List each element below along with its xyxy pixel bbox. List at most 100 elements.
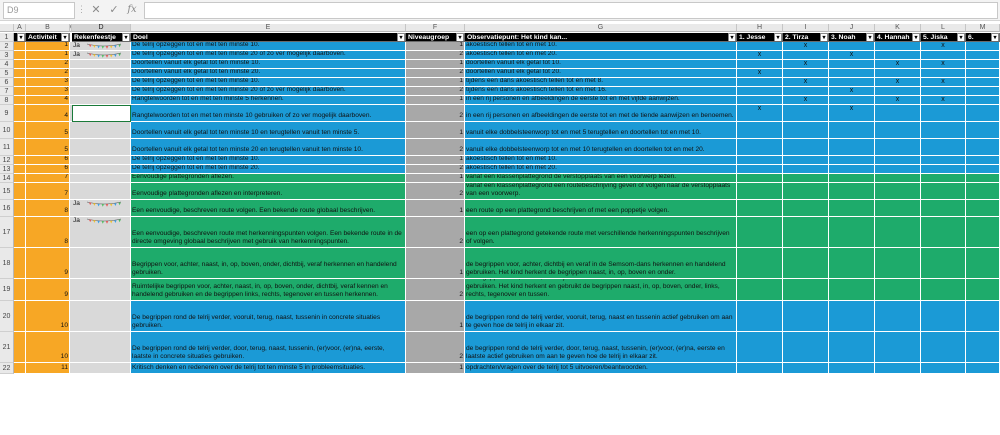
row-number[interactable]: 19 — [0, 279, 14, 301]
column-header-h[interactable]: H — [737, 24, 783, 32]
student-cell-h[interactable] — [737, 78, 783, 87]
student-cell-l[interactable] — [921, 200, 966, 217]
student-cell-j[interactable] — [829, 301, 875, 332]
cell-a[interactable] — [14, 165, 26, 174]
goal-cell[interactable]: De telrij opzeggen tot en met ten minste… — [131, 78, 406, 87]
student-cell-l[interactable]: x — [921, 96, 966, 105]
student-cell-i[interactable] — [783, 139, 829, 156]
goal-cell[interactable]: Ruimtelijke begrippen voor, achter, naas… — [131, 279, 406, 301]
cell-a[interactable] — [14, 42, 26, 51]
row-number[interactable]: 12 — [0, 156, 14, 165]
row-number[interactable]: 1 — [0, 33, 14, 42]
filter-dropdown-icon[interactable]: ▾ — [397, 33, 405, 41]
student-cell-l[interactable]: x — [921, 42, 966, 51]
observation-cell[interactable]: de begrippen rond de telrij verder, door… — [465, 332, 737, 363]
goal-cell[interactable]: Rangtelwoorden tot en met ten minste 5 h… — [131, 96, 406, 105]
student-cell-k[interactable] — [875, 217, 921, 248]
column-header-j[interactable]: J — [829, 24, 875, 32]
header-a[interactable]: ▾ — [14, 33, 26, 42]
student-cell-m[interactable] — [966, 105, 1000, 122]
cell-a[interactable] — [14, 156, 26, 165]
cell-a[interactable] — [14, 60, 26, 69]
student-cell-m[interactable] — [966, 96, 1000, 105]
column-header-e[interactable]: E — [131, 24, 406, 32]
student-cell-i[interactable] — [783, 122, 829, 139]
student-cell-k[interactable] — [875, 42, 921, 51]
student-cell-h[interactable] — [737, 122, 783, 139]
student-cell-j[interactable]: x — [829, 87, 875, 96]
student-cell-k[interactable]: x — [875, 78, 921, 87]
observation-cell[interactable]: in een rij personen en afbeeldingen de e… — [465, 105, 737, 122]
rekenfeestje-cell[interactable]: Ja — [72, 200, 131, 217]
student-cell-m[interactable] — [966, 139, 1000, 156]
student-cell-i[interactable]: x — [783, 60, 829, 69]
activity-number[interactable]: 10 — [26, 301, 70, 332]
student-cell-m[interactable] — [966, 51, 1000, 60]
student-cell-l[interactable] — [921, 105, 966, 122]
level-group-cell[interactable]: 2 — [406, 87, 465, 96]
filter-dropdown-icon[interactable]: ▾ — [912, 33, 920, 41]
activity-number[interactable]: 4 — [26, 96, 70, 105]
student-cell-h[interactable] — [737, 217, 783, 248]
level-group-cell[interactable]: 2 — [406, 105, 465, 122]
student-cell-m[interactable] — [966, 122, 1000, 139]
student-cell-h[interactable] — [737, 183, 783, 200]
goal-cell[interactable]: Doortellen vanuit elk getal tot ten mins… — [131, 69, 406, 78]
student-cell-h[interactable] — [737, 165, 783, 174]
student-cell-i[interactable] — [783, 217, 829, 248]
student-cell-i[interactable] — [783, 200, 829, 217]
student-cell-h[interactable] — [737, 248, 783, 279]
column-header-i[interactable]: I — [783, 24, 829, 32]
header-f[interactable]: Niveaugroep ▾ — [406, 33, 465, 42]
row-number[interactable]: 5 — [0, 69, 14, 78]
level-group-cell[interactable]: 2 — [406, 139, 465, 156]
rekenfeestje-cell[interactable] — [72, 96, 131, 105]
student-cell-h[interactable] — [737, 87, 783, 96]
rekenfeestje-cell[interactable] — [72, 139, 131, 156]
student-cell-h[interactable] — [737, 301, 783, 332]
row-number[interactable]: 11 — [0, 139, 14, 156]
cell-a[interactable] — [14, 332, 26, 363]
rekenfeestje-cell[interactable]: Ja — [72, 217, 131, 248]
goal-cell[interactable]: Kritisch denken en redeneren over de tel… — [131, 363, 406, 374]
student-cell-l[interactable] — [921, 165, 966, 174]
header-m[interactable]: 6. ▾ — [966, 33, 1000, 42]
student-cell-l[interactable] — [921, 183, 966, 200]
cell-a[interactable] — [14, 183, 26, 200]
cell-a[interactable] — [14, 279, 26, 301]
student-cell-i[interactable]: x — [783, 78, 829, 87]
header-b[interactable]: Activiteit ▾ — [26, 33, 70, 42]
level-group-cell[interactable]: 2 — [406, 165, 465, 174]
activity-number[interactable]: 9 — [26, 279, 70, 301]
student-cell-i[interactable] — [783, 156, 829, 165]
observation-cell[interactable]: doortellen vanuit elk getal tot 20. — [465, 69, 737, 78]
student-cell-m[interactable] — [966, 301, 1000, 332]
observation-cell[interactable]: de begrippen voor, achter, dichtbij en v… — [465, 279, 737, 301]
student-cell-i[interactable]: x — [783, 96, 829, 105]
goal-cell[interactable]: De telrij opzeggen tot en met ten minste… — [131, 42, 406, 51]
filter-dropdown-icon[interactable]: ▾ — [122, 33, 130, 41]
student-cell-l[interactable] — [921, 51, 966, 60]
student-cell-j[interactable] — [829, 139, 875, 156]
student-cell-k[interactable] — [875, 363, 921, 374]
student-cell-k[interactable] — [875, 165, 921, 174]
activity-number[interactable]: 5 — [26, 139, 70, 156]
student-cell-j[interactable] — [829, 69, 875, 78]
student-cell-m[interactable] — [966, 332, 1000, 363]
activity-number[interactable]: 2 — [26, 60, 70, 69]
observation-cell[interactable]: de begrippen rond de telrij verder, voor… — [465, 301, 737, 332]
row-number[interactable]: 4 — [0, 60, 14, 69]
cell-a[interactable] — [14, 174, 26, 183]
rekenfeestje-cell[interactable] — [72, 301, 131, 332]
cell-a[interactable] — [14, 363, 26, 374]
student-cell-i[interactable] — [783, 174, 829, 183]
goal-cell[interactable]: Eenvoudige plattegronden aflezen. — [131, 174, 406, 183]
student-cell-h[interactable] — [737, 42, 783, 51]
student-cell-l[interactable] — [921, 174, 966, 183]
goal-cell[interactable]: De telrij opzeggen tot en met ten minste… — [131, 87, 406, 96]
filter-dropdown-icon[interactable]: ▾ — [17, 33, 25, 41]
activity-number[interactable]: 7 — [26, 174, 70, 183]
column-header-d[interactable]: D — [72, 24, 131, 32]
observation-cell[interactable]: tijdens een dans akoestisch tellen tot e… — [465, 78, 737, 87]
cell-a[interactable] — [14, 78, 26, 87]
